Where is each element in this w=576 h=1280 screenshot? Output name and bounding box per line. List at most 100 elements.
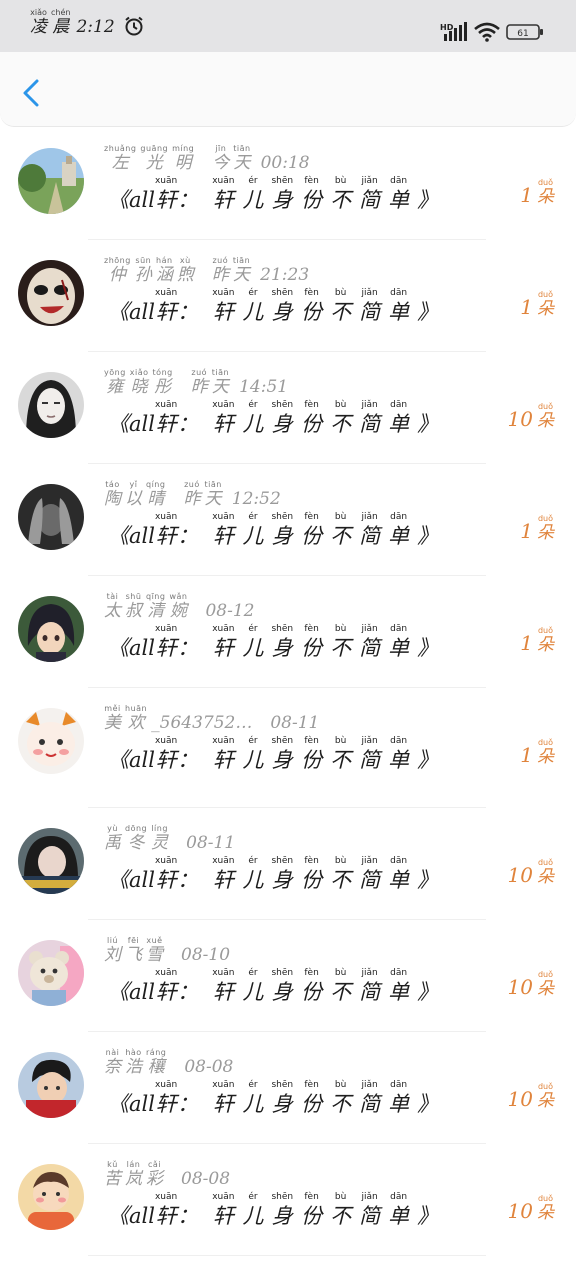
message-char: 》 bbox=[417, 400, 438, 437]
hanzi: 儿 bbox=[242, 980, 264, 1004]
count-number: 1 bbox=[520, 519, 533, 543]
message-char: bù 不 bbox=[330, 400, 351, 437]
pinyin: cǎi bbox=[147, 1160, 162, 1169]
status-bar: xiǎo 凌 chén 晨 2:12 HD 61 bbox=[0, 0, 576, 52]
message-char: ér 儿 bbox=[242, 736, 263, 773]
sender-name-char: qíng 晴 bbox=[146, 480, 165, 509]
avatar[interactable] bbox=[18, 708, 84, 774]
message-char: all bbox=[129, 736, 155, 773]
sender-name-char: xù 煦 bbox=[177, 256, 194, 285]
message-char: ér 儿 bbox=[242, 1080, 263, 1117]
pinyin: xuān bbox=[212, 400, 235, 410]
avatar[interactable] bbox=[18, 940, 84, 1006]
pinyin: ér bbox=[248, 624, 258, 634]
signal-icon: HD bbox=[440, 22, 467, 41]
message-char: shēn 身 bbox=[271, 1080, 293, 1117]
flower-count: 10 duǒ 朵 bbox=[508, 1082, 554, 1111]
hanzi: 儿 bbox=[242, 868, 264, 892]
pinyin: bù bbox=[334, 1080, 347, 1090]
hanzi: 简 bbox=[359, 412, 381, 436]
avatar[interactable] bbox=[18, 372, 84, 438]
message-row[interactable]: měi 美 huān 欢 _5643752… 08-11 《 all xuān 轩： xuān 轩 ér… bbox=[0, 688, 576, 808]
pinyin: duǒ bbox=[537, 178, 554, 187]
hanzi: 朵 bbox=[537, 187, 554, 207]
avatar[interactable] bbox=[18, 260, 84, 326]
hanzi: 昨 bbox=[211, 265, 229, 285]
message-row[interactable]: zhuǎng 左 guāng 光 míng 明 jīn 今 tiān 天 00:18 《 all xuān… bbox=[0, 128, 576, 240]
hanzi: 儿 bbox=[242, 412, 264, 436]
hanzi: 天 bbox=[211, 377, 229, 397]
hanzi: 简 bbox=[359, 300, 381, 324]
message-row[interactable]: kǔ 苦 lán 岚 cǎi 彩 08-08 《 all xuān 轩： xuān 轩 ér 儿 shēn 身 f… bbox=[0, 1144, 576, 1256]
avatar[interactable] bbox=[18, 596, 84, 662]
pinyin: duǒ bbox=[537, 1194, 554, 1203]
hanzi: 孙 bbox=[134, 265, 152, 285]
avatar[interactable] bbox=[18, 828, 84, 894]
message-char: jiǎn 简 bbox=[359, 400, 380, 437]
message-row[interactable]: zhōng 仲 sūn 孙 hán 涵 xù 煦 zuó 昨 tiān 天 21:23 《 all xuān 轩… bbox=[0, 240, 576, 352]
message-char: 》 bbox=[417, 624, 438, 661]
hanzi: 轩 bbox=[212, 980, 234, 1004]
message-char: 《 bbox=[108, 1192, 129, 1229]
message-row[interactable]: yōng 雍 xiǎo 晓 tóng 彤 zuó 昨 tiān 天 14:51 《 all xuān 轩： x… bbox=[0, 352, 576, 464]
message-row[interactable]: liú 刘 fēi 飞 xuě 雪 08-10 《 all xuān 轩： xuān 轩 ér 儿 shēn 身… bbox=[0, 920, 576, 1032]
pinyin: ér bbox=[248, 1192, 258, 1202]
pinyin: shēn bbox=[271, 624, 294, 634]
pinyin: shēn bbox=[271, 856, 294, 866]
pinyin: měi bbox=[104, 704, 121, 713]
pinyin: xuě bbox=[146, 936, 163, 945]
pinyin: dān bbox=[390, 856, 408, 866]
day-char: tiān 天 bbox=[233, 256, 250, 285]
count-number: 10 bbox=[507, 975, 533, 999]
hanzi: 朵 bbox=[537, 411, 554, 431]
pinyin: dān bbox=[390, 624, 408, 634]
message-char: ： bbox=[177, 288, 198, 325]
sender-name-char: hán 涵 bbox=[156, 256, 173, 285]
hanzi: 美 bbox=[104, 713, 121, 733]
hanzi: 轩 bbox=[212, 748, 234, 772]
flower-count: 10 duǒ 朵 bbox=[508, 402, 554, 431]
day-char: tiān 天 bbox=[204, 480, 221, 509]
message-char: 》 bbox=[417, 856, 438, 893]
pinyin: jiǎn bbox=[361, 1080, 378, 1090]
pinyin: wǎn bbox=[169, 592, 188, 601]
message-char: dān 单 bbox=[388, 1192, 409, 1229]
pinyin: shēn bbox=[271, 176, 294, 186]
pinyin: fēi bbox=[127, 936, 140, 945]
message-row[interactable]: táo 陶 yǐ 以 qíng 晴 zuó 昨 tiān 天 12:52 《 all xuān 轩： xuān… bbox=[0, 464, 576, 576]
hanzi: 份 bbox=[301, 980, 323, 1004]
message-char: fèn 份 bbox=[301, 968, 322, 1005]
hanzi: 朵 bbox=[537, 1091, 554, 1111]
day-char: tiān 天 bbox=[212, 368, 229, 397]
back-button[interactable] bbox=[18, 78, 46, 108]
avatar[interactable] bbox=[18, 1052, 84, 1118]
hanzi: 彩 bbox=[146, 1169, 163, 1189]
pinyin: xù bbox=[179, 256, 191, 265]
message-char: 《 bbox=[108, 856, 129, 893]
pinyin: fèn bbox=[304, 288, 319, 298]
message-row[interactable]: yù 禹 dōng 冬 líng 灵 08-11 《 all xuān 轩： xuān 轩 ér 儿 shēn… bbox=[0, 808, 576, 920]
pinyin: fèn bbox=[304, 400, 319, 410]
message-char: 《 bbox=[108, 176, 129, 213]
message-char: xuān 轩 bbox=[155, 400, 177, 437]
hanzi: 轩 bbox=[155, 188, 177, 212]
avatar[interactable] bbox=[18, 148, 84, 214]
sender-name-char: wǎn 婉 bbox=[169, 592, 187, 621]
message-row[interactable]: nài 奈 hào 浩 ráng 穰 08-08 《 all xuān 轩： xuān 轩 ér 儿 shēn… bbox=[0, 1032, 576, 1144]
hanzi: 不 bbox=[330, 188, 352, 212]
hanzi: 轩 bbox=[212, 524, 234, 548]
message-row[interactable]: tài 太 shū 叔 qīng 清 wǎn 婉 08-12 《 all xuān 轩： xuān 轩 ér 儿… bbox=[0, 576, 576, 688]
pinyin: nài bbox=[105, 1048, 120, 1057]
sender-line: yōng 雍 xiǎo 晓 tóng 彤 zuó 昨 tiān 天 14:51 bbox=[104, 368, 288, 397]
svg-text:61: 61 bbox=[517, 29, 528, 39]
message-char: ér 儿 bbox=[242, 288, 263, 325]
message-char: 《 bbox=[108, 624, 129, 661]
avatar[interactable] bbox=[18, 1164, 84, 1230]
hanzi: 不 bbox=[330, 980, 352, 1004]
message-char: xuān 轩 bbox=[155, 288, 177, 325]
pinyin: xuān bbox=[154, 400, 178, 410]
avatar[interactable] bbox=[18, 484, 84, 550]
hanzi: all bbox=[129, 748, 155, 772]
hanzi: 欢 bbox=[127, 713, 145, 733]
sender-name-char: tài 太 bbox=[104, 592, 121, 621]
